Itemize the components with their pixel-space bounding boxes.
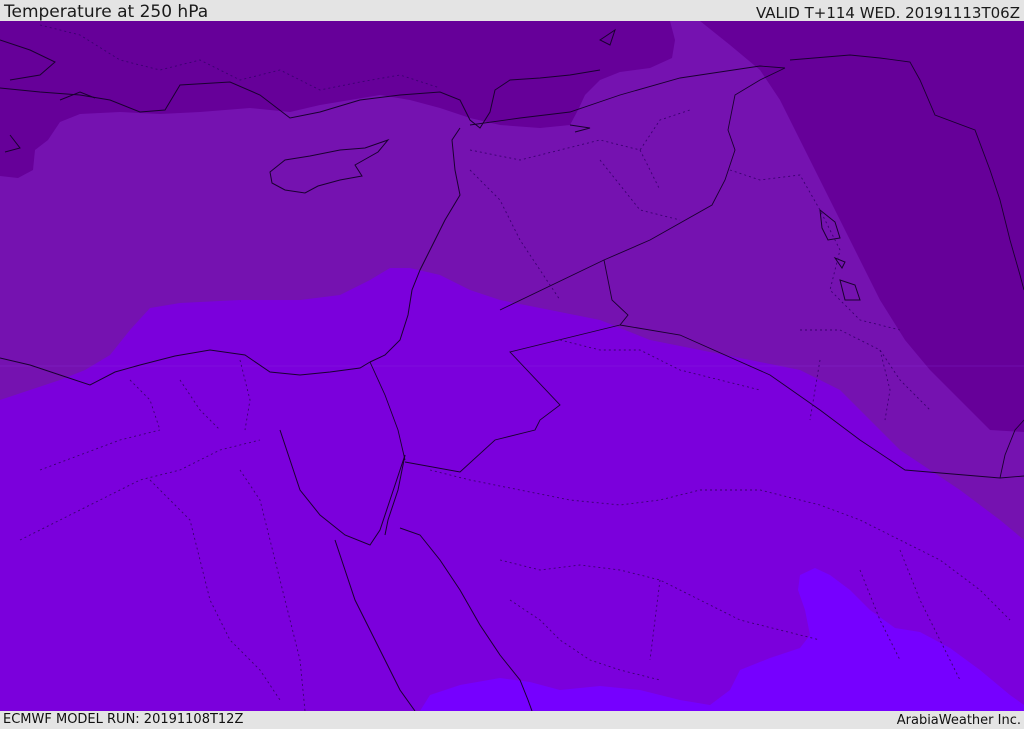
map-title: Temperature at 250 hPa xyxy=(4,2,209,22)
valid-time-label: VALID T+114 WED. 20191113T06Z xyxy=(755,4,1020,22)
map-panel[interactable] xyxy=(0,21,1024,711)
credit-label: ArabiaWeather Inc. xyxy=(896,713,1021,728)
temperature-map[interactable] xyxy=(0,21,1024,711)
model-run-label: ECMWF MODEL RUN: 20191108T12Z xyxy=(3,712,244,727)
header-bar: Temperature at 250 hPa VALID T+114 WED. … xyxy=(0,0,1024,21)
footer-bar: ECMWF MODEL RUN: 20191108T12Z ArabiaWeat… xyxy=(0,711,1024,729)
